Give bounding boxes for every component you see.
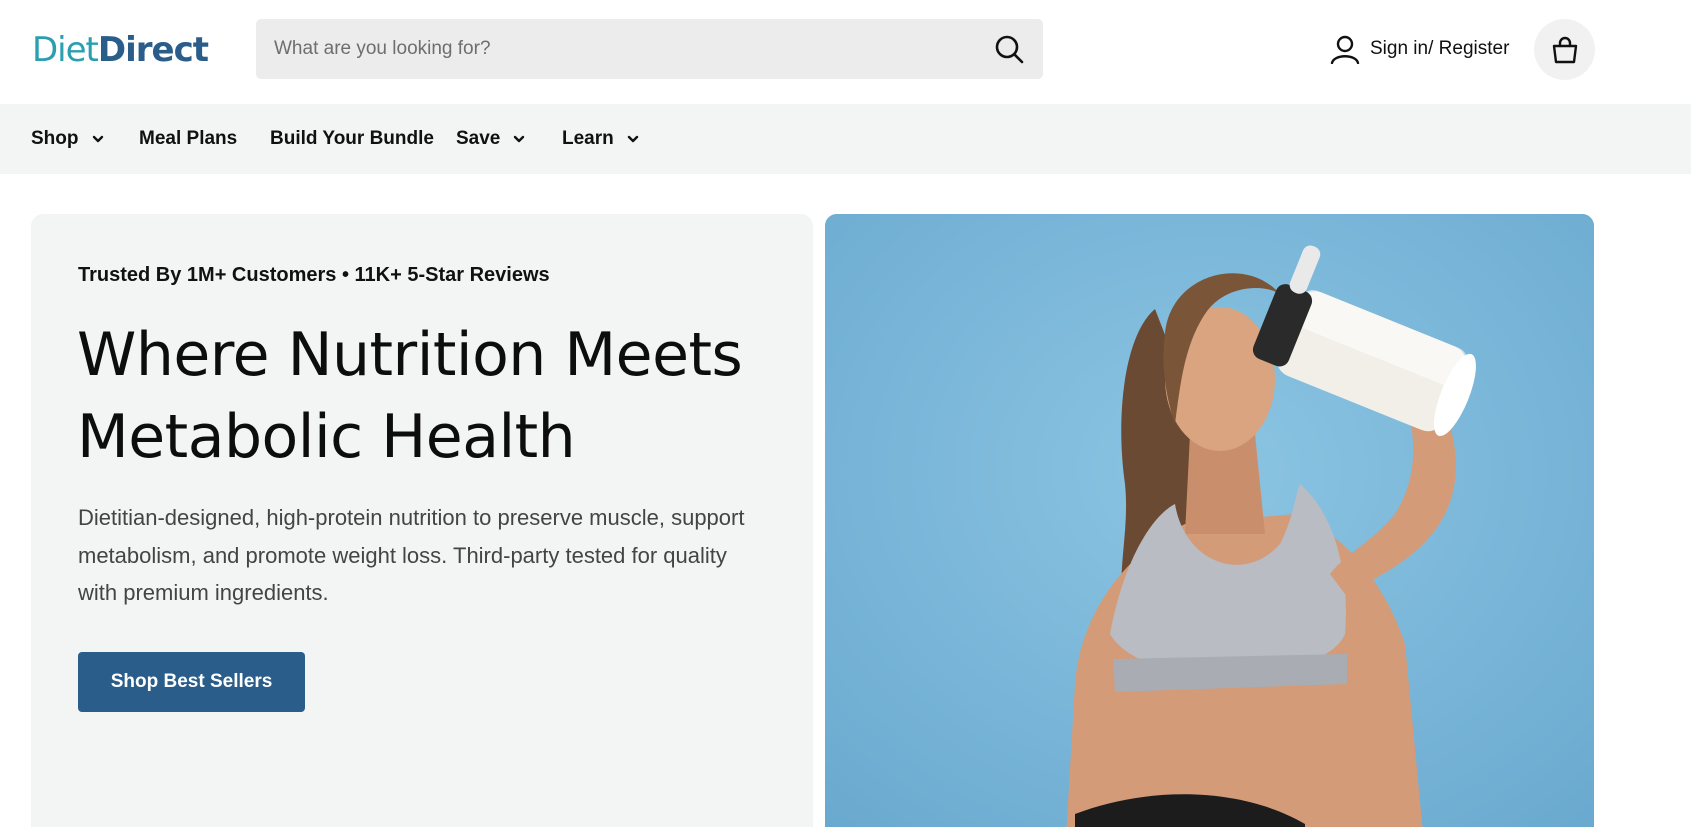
- hero-description: Dietitian-designed, high-protein nutriti…: [78, 505, 745, 605]
- logo-diet: Diet: [32, 30, 99, 70]
- shop-best-sellers-button[interactable]: Shop Best Sellers: [78, 652, 305, 712]
- hero-headline: Where Nutrition Meets Metabolic Health: [77, 314, 797, 478]
- logo-direct: Direct: [97, 30, 209, 70]
- nav-label: Learn: [562, 128, 614, 149]
- logo[interactable]: DietDirect: [32, 28, 209, 72]
- search-input[interactable]: [274, 19, 964, 79]
- site-header: DietDirect Sign in/ Register: [0, 0, 1691, 104]
- main-nav: Shop Meal Plans Build Your Bundle Save L…: [0, 104, 1691, 174]
- nav-item-meal-plans[interactable]: Meal Plans: [139, 104, 237, 174]
- nav-label: Build Your Bundle: [270, 128, 434, 149]
- trust-line: Trusted By 1M+ Customers • 11K+ 5-Star R…: [78, 264, 550, 286]
- nav-label: Meal Plans: [139, 128, 238, 149]
- cart-button[interactable]: [1534, 19, 1595, 80]
- search-bar: [256, 19, 1043, 79]
- hero-text-panel: Trusted By 1M+ Customers • 11K+ 5-Star R…: [31, 214, 813, 827]
- chevron-down-icon: [627, 135, 638, 143]
- search-icon[interactable]: [993, 33, 1025, 65]
- nav-item-shop[interactable]: Shop: [31, 104, 105, 174]
- nav-label: Shop: [31, 128, 79, 149]
- chevron-down-icon: [92, 135, 103, 143]
- nav-label: Save: [456, 128, 501, 149]
- nav-item-learn[interactable]: Learn: [562, 104, 640, 174]
- hero-image: [825, 214, 1594, 827]
- sign-in-label: Sign in/ Register: [1370, 38, 1510, 59]
- nav-item-build-your-bundle[interactable]: Build Your Bundle: [270, 104, 434, 174]
- chevron-down-icon: [514, 135, 525, 143]
- shopping-bag-icon: [1552, 36, 1577, 63]
- hero-headline-line2: Metabolic Health: [77, 402, 576, 472]
- hero-headline-line1: Where Nutrition Meets: [77, 320, 743, 390]
- nav-item-save[interactable]: Save: [456, 104, 526, 174]
- user-icon: [1330, 35, 1360, 64]
- hero-photo-illustration: [825, 214, 1594, 827]
- sign-in-link[interactable]: Sign in/ Register: [1330, 30, 1509, 68]
